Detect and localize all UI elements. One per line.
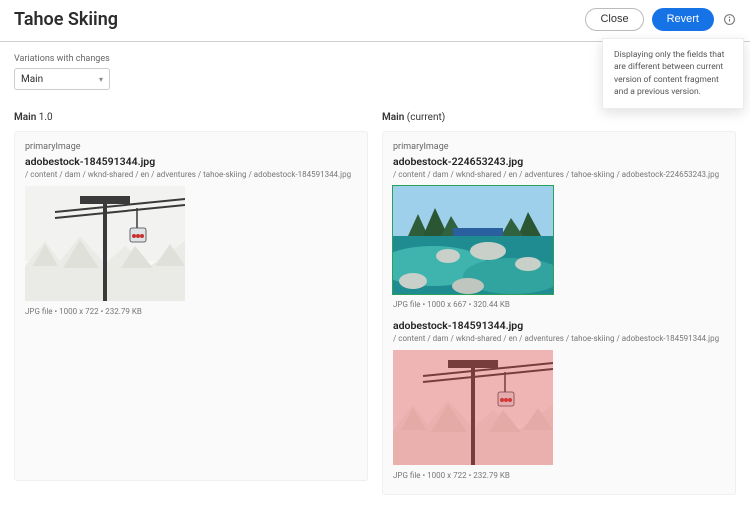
col-previous-header-name: Main <box>14 112 36 123</box>
asset-path: / content / dam / wknd-shared / en / adv… <box>393 334 725 343</box>
asset-path: / content / dam / wknd-shared / en / adv… <box>25 170 357 179</box>
asset-thumbnail-skilift <box>25 186 185 301</box>
asset-block-added: adobestock-224653243.jpg / content / dam… <box>393 155 725 309</box>
page-title: Tahoe Skiing <box>14 9 118 30</box>
col-current-header-ver: (current) <box>404 112 445 123</box>
col-current: Main (current) primaryImage adobestock-2… <box>382 112 736 495</box>
asset-meta: JPG file • 1000 x 667 • 320.44 KB <box>393 300 725 309</box>
info-icon[interactable] <box>722 13 736 27</box>
variations-select[interactable]: Main ▾ <box>14 68 110 90</box>
chevron-down-icon: ▾ <box>99 75 103 84</box>
asset-name: adobestock-184591344.jpg <box>393 319 725 332</box>
field-label: primaryImage <box>25 142 357 152</box>
asset-meta: JPG file • 1000 x 722 • 232.79 KB <box>25 307 357 316</box>
variations-select-value: Main <box>21 74 43 85</box>
close-button[interactable]: Close <box>585 8 643 31</box>
panel-current: primaryImage adobestock-224653243.jpg / … <box>382 131 736 495</box>
revert-button[interactable]: Revert <box>652 8 714 31</box>
header-actions: Close Revert <box>585 8 736 31</box>
info-tooltip: Displaying only the fields that are diff… <box>602 38 744 109</box>
compare-grid: Main 1.0 primaryImage adobestock-1845913… <box>0 94 750 495</box>
asset-thumbnail-skilift-removed <box>393 350 553 465</box>
panel-previous: primaryImage adobestock-184591344.jpg / … <box>14 131 368 481</box>
asset-block: adobestock-184591344.jpg / content / dam… <box>25 155 357 316</box>
col-previous-header-ver: 1.0 <box>36 112 52 123</box>
asset-thumbnail-lake <box>393 186 553 294</box>
col-previous: Main 1.0 primaryImage adobestock-1845913… <box>14 112 368 495</box>
asset-name: adobestock-224653243.jpg <box>393 155 725 168</box>
asset-meta: JPG file • 1000 x 722 • 232.79 KB <box>393 471 725 480</box>
col-previous-header: Main 1.0 <box>14 112 368 123</box>
col-current-header: Main (current) <box>382 112 736 123</box>
asset-path: / content / dam / wknd-shared / en / adv… <box>393 170 725 179</box>
col-current-header-name: Main <box>382 112 404 123</box>
field-label: primaryImage <box>393 142 725 152</box>
asset-block-removed: adobestock-184591344.jpg / content / dam… <box>393 319 725 480</box>
asset-name: adobestock-184591344.jpg <box>25 155 357 168</box>
header: Tahoe Skiing Close Revert <box>0 0 750 42</box>
